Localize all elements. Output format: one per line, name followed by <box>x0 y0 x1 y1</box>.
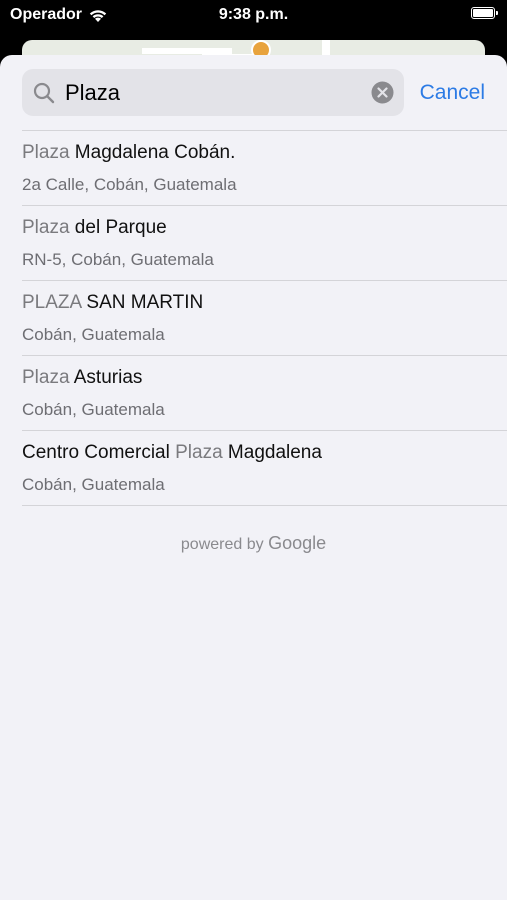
attribution-prefix: powered by <box>180 536 264 553</box>
result-title: Plaza del Parque <box>22 216 167 240</box>
result-item[interactable]: Centro Comercial Plaza Magdalena Cobán, … <box>22 430 507 506</box>
battery-icon <box>471 7 498 19</box>
result-item[interactable]: Plaza del Parque RN-5, Cobán, Guatemala <box>22 205 507 280</box>
result-title-post: SAN MARTIN <box>81 292 204 313</box>
google-logo: Google <box>268 533 327 553</box>
result-title: PLAZA SAN MARTIN <box>22 291 203 315</box>
result-item[interactable]: Plaza Magdalena Cobán. 2a Calle, Cobán, … <box>22 130 507 205</box>
search-bar: Plaza Cancel <box>22 69 485 116</box>
cancel-button[interactable]: Cancel <box>420 79 485 106</box>
status-time: 9:38 p.m. <box>218 6 289 23</box>
result-subtitle: Cobán, Guatemala <box>22 325 165 344</box>
result-title-match: Plaza <box>22 142 70 163</box>
result-title: Plaza Magdalena Cobán. <box>22 141 235 165</box>
results-list: Plaza Magdalena Cobán. 2a Calle, Cobán, … <box>22 130 507 506</box>
result-subtitle: Cobán, Guatemala <box>22 475 165 494</box>
clear-icon[interactable] <box>371 81 394 104</box>
search-input[interactable]: Plaza <box>65 79 120 106</box>
status-bar: Operador 9:38 p.m. <box>0 0 507 32</box>
result-title-match: Plaza <box>22 217 70 238</box>
result-title-post: del Parque <box>69 217 167 238</box>
result-title-match: Plaza <box>175 442 223 463</box>
result-title-post: Asturias <box>69 367 143 388</box>
result-title-pre: Centro Comercial <box>22 442 176 463</box>
search-field[interactable]: Plaza <box>22 69 404 116</box>
result-subtitle: RN-5, Cobán, Guatemala <box>22 250 214 269</box>
result-title: Centro Comercial Plaza Magdalena <box>22 441 322 465</box>
result-item[interactable]: PLAZA SAN MARTIN Cobán, Guatemala <box>22 280 507 355</box>
search-sheet: Plaza Cancel Plaza Magdalena Cobán. 2a C… <box>0 55 507 900</box>
result-title-post: Magdalena <box>222 442 322 463</box>
result-title-match: Plaza <box>22 367 70 388</box>
google-attribution: powered by Google <box>0 533 507 554</box>
result-title-post: Magdalena Cobán. <box>69 142 236 163</box>
result-title: Plaza Asturias <box>22 366 142 390</box>
result-subtitle: 2a Calle, Cobán, Guatemala <box>22 175 237 194</box>
result-item[interactable]: Plaza Asturias Cobán, Guatemala <box>22 355 507 430</box>
result-subtitle: Cobán, Guatemala <box>22 400 165 419</box>
result-title-match: PLAZA <box>22 292 82 313</box>
search-icon <box>33 82 55 104</box>
